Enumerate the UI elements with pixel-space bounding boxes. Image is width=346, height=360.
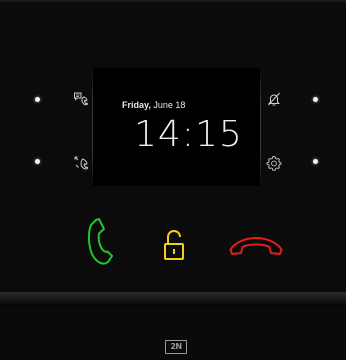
missed-call-button[interactable] <box>72 154 90 172</box>
missed-call-icon <box>74 156 89 170</box>
bell-off-icon <box>268 92 280 106</box>
message-phone-button[interactable] <box>72 90 90 108</box>
phone-hangup-icon <box>229 237 283 255</box>
date-value: June 18 <box>153 100 186 110</box>
led-indicator-bottom-right <box>313 159 318 164</box>
answer-call-button[interactable] <box>82 216 116 268</box>
day-label: Friday, <box>122 100 151 110</box>
settings-button[interactable] <box>265 154 283 172</box>
message-phone-icon <box>74 92 89 106</box>
unlock-door-button[interactable] <box>162 228 186 262</box>
led-indicator-top-left <box>35 97 40 102</box>
hang-up-button[interactable] <box>228 234 284 260</box>
led-indicator-top-right <box>313 97 318 102</box>
reader-bar <box>0 292 346 306</box>
date-label: Friday, June 18 <box>122 100 185 110</box>
gear-icon <box>266 156 282 171</box>
led-indicator-bottom-left <box>35 159 40 164</box>
screen-divider-right <box>260 68 261 186</box>
phone-answer-icon <box>87 218 113 265</box>
mute-button[interactable] <box>265 90 283 108</box>
brand-logo: 2N <box>165 340 187 354</box>
panel-edge <box>0 0 346 2</box>
clock-time: 14:15 <box>134 114 243 155</box>
unlock-icon <box>164 229 184 260</box>
intercom-panel: Friday, June 18 14:15 2N <box>0 0 346 360</box>
